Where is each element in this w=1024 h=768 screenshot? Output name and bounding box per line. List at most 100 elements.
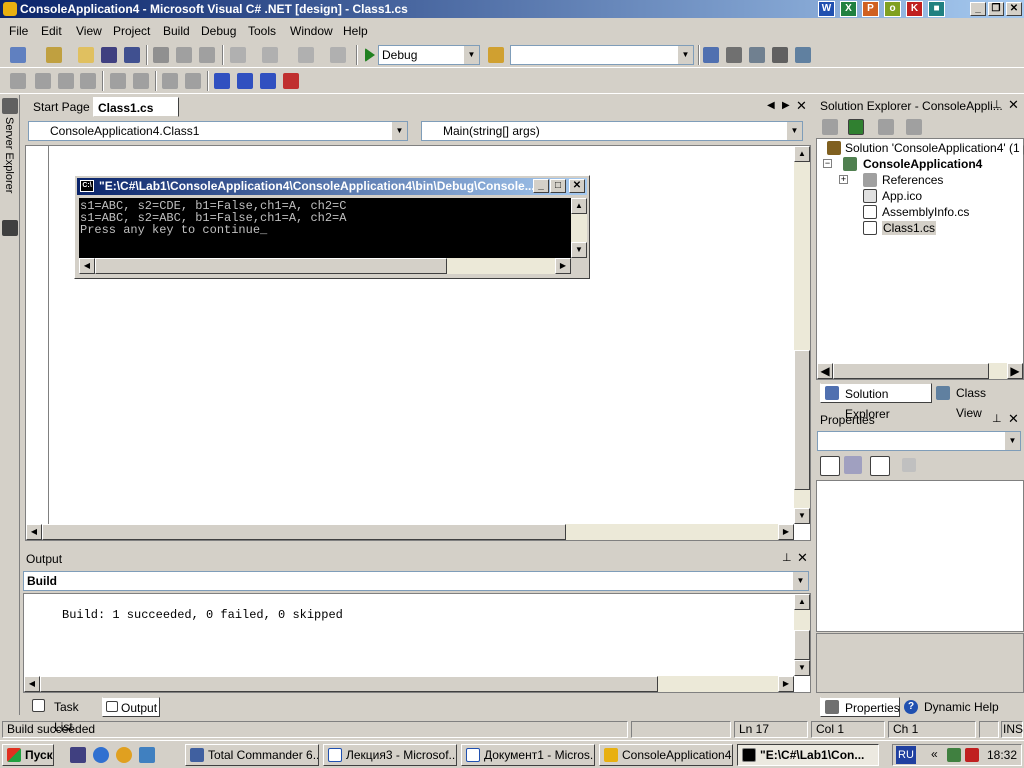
refresh-icon[interactable] — [848, 119, 864, 135]
save-icon[interactable] — [101, 47, 117, 63]
close-document-icon[interactable]: ✕ — [796, 98, 807, 114]
collapse-icon[interactable]: − — [823, 159, 832, 168]
publisher-quick-icon[interactable]: o — [884, 1, 901, 17]
redo-icon[interactable] — [262, 47, 278, 63]
excel-quick-icon[interactable]: X — [840, 1, 857, 17]
show-all-files-icon[interactable] — [878, 119, 894, 135]
solution-config-select[interactable]: Debug ▼ — [378, 45, 480, 65]
tree-item-project[interactable]: ConsoleApplication4 — [863, 157, 982, 171]
scroll-right-icon[interactable]: ▶ — [555, 258, 571, 274]
maximize-button[interactable]: ❐ — [988, 2, 1004, 16]
editor-vscroll-thumb[interactable] — [794, 350, 810, 490]
tree-item-assemblyinfo[interactable]: AssemblyInfo.cs — [882, 205, 969, 219]
output-pane-select[interactable]: Build ▼ — [23, 571, 809, 591]
console-hscrollbar[interactable]: ◀ ▶ — [79, 258, 571, 274]
task-console[interactable]: "E:\C#\Lab1\Con... — [737, 744, 879, 766]
properties-view-icon[interactable] — [870, 456, 890, 476]
editor-hscrollbar[interactable]: ◀ ▶ — [26, 524, 794, 540]
console-maximize-button[interactable]: □ — [550, 179, 566, 193]
output-vscroll-thumb[interactable] — [794, 630, 810, 660]
next-bookmark-icon[interactable] — [237, 73, 253, 89]
menu-window[interactable]: Window — [290, 24, 333, 38]
menu-build[interactable]: Build — [163, 24, 190, 38]
properties-object-select[interactable]: ▼ — [817, 431, 1021, 451]
tree-item-app-ico[interactable]: App.ico — [882, 189, 922, 203]
increase-indent-icon[interactable] — [133, 73, 149, 89]
toolbox-icon[interactable] — [749, 47, 765, 63]
view-code-icon[interactable] — [822, 119, 838, 135]
powerpoint-quick-icon[interactable]: P — [862, 1, 879, 17]
properties-icon[interactable] — [906, 119, 922, 135]
new-project-icon[interactable] — [10, 47, 26, 63]
output-hscrollbar[interactable]: ◀ ▶ — [24, 676, 794, 692]
tools-icon[interactable] — [772, 47, 788, 63]
access-quick-icon[interactable]: K — [906, 1, 923, 17]
scroll-down-icon[interactable]: ▼ — [794, 660, 810, 676]
menu-debug[interactable]: Debug — [201, 24, 236, 38]
output-vscrollbar[interactable]: ▲ ▼ — [794, 594, 810, 676]
tab-scroll-left-icon[interactable]: ◀ — [767, 100, 775, 111]
menu-tools[interactable]: Tools — [248, 24, 276, 38]
scroll-down-icon[interactable]: ▼ — [794, 508, 810, 524]
parameter-info-icon[interactable] — [35, 73, 51, 89]
start-debug-icon[interactable] — [365, 48, 375, 62]
editor-hscroll-thumb[interactable] — [42, 524, 566, 540]
antivirus-tray-icon[interactable] — [965, 748, 979, 762]
close-icon[interactable]: ✕ — [1008, 97, 1019, 113]
scroll-right-icon[interactable]: ▶ — [778, 676, 794, 692]
undo-icon[interactable] — [230, 47, 246, 63]
output-hscroll-thumb[interactable] — [40, 676, 658, 692]
paste-icon[interactable] — [199, 47, 215, 63]
task-visual-studio[interactable]: ConsoleApplication4.... — [599, 744, 733, 766]
tree-hscroll-thumb[interactable] — [833, 363, 989, 379]
open-file-icon[interactable] — [78, 47, 94, 63]
tab-scroll-right-icon[interactable]: ▶ — [782, 100, 790, 111]
categorized-icon[interactable] — [820, 456, 840, 476]
navigate-forward-icon[interactable] — [330, 47, 346, 63]
comment-icon[interactable] — [162, 73, 178, 89]
word-quick-icon[interactable]: W — [818, 1, 835, 17]
tray-expand-icon[interactable]: « — [931, 747, 938, 761]
class-view-icon[interactable] — [795, 47, 811, 63]
cut-icon[interactable] — [153, 47, 169, 63]
copy-icon[interactable] — [176, 47, 192, 63]
console-minimize-button[interactable]: _ — [533, 179, 549, 193]
solution-tree[interactable]: Solution 'ConsoleApplication4' (1 proje … — [816, 138, 1024, 380]
toolbox-tab-icon[interactable] — [2, 220, 18, 236]
tab-class1-cs[interactable]: Class1.cs — [93, 97, 179, 117]
properties-grid[interactable] — [816, 480, 1024, 632]
save-all-icon[interactable] — [124, 47, 140, 63]
scroll-left-icon[interactable]: ◀ — [26, 524, 42, 540]
quicklaunch-save-icon[interactable] — [70, 747, 86, 763]
tab-dynamic-help[interactable]: Dynamic Help — [902, 697, 1014, 717]
quicklaunch-outlook-icon[interactable] — [139, 747, 155, 763]
menu-file[interactable]: File — [9, 24, 28, 38]
menu-help[interactable]: Help — [343, 24, 368, 38]
server-explorer-icon[interactable] — [2, 98, 18, 114]
class-dropdown[interactable]: ConsoleApplication4.Class1 ▼ — [28, 121, 408, 141]
scroll-down-icon[interactable]: ▼ — [571, 242, 587, 258]
tree-item-solution[interactable]: Solution 'ConsoleApplication4' (1 proje — [845, 141, 1024, 155]
pin-icon[interactable]: ⊥ — [992, 98, 1002, 111]
start-button[interactable]: Пуск — [2, 744, 54, 766]
clear-bookmarks-icon[interactable] — [283, 73, 299, 89]
close-icon[interactable]: ✕ — [797, 550, 808, 566]
scroll-up-icon[interactable]: ▲ — [794, 146, 810, 162]
console-title-bar[interactable]: C:\ "E:\C#\Lab1\ConsoleApplication4\Cons… — [77, 178, 587, 195]
output-text-area[interactable]: Build: 1 succeeded, 0 failed, 0 skipped … — [23, 593, 811, 693]
console-window[interactable]: C:\ "E:\C#\Lab1\ConsoleApplication4\Cons… — [74, 175, 590, 279]
uncomment-icon[interactable] — [185, 73, 201, 89]
menu-view[interactable]: View — [76, 24, 102, 38]
properties-window-icon[interactable] — [726, 47, 742, 63]
scroll-right-icon[interactable]: ▶ — [778, 524, 794, 540]
task-lecture3-word[interactable]: Лекция3 - Microsof... — [323, 744, 457, 766]
solution-explorer-icon[interactable] — [703, 47, 719, 63]
expand-icon[interactable]: + — [839, 175, 848, 184]
tree-item-class1[interactable]: Class1.cs — [882, 221, 937, 235]
minimize-button[interactable]: _ — [970, 2, 986, 16]
task-total-commander[interactable]: Total Commander 6.... — [185, 744, 319, 766]
menu-project[interactable]: Project — [113, 24, 150, 38]
find-in-files-icon[interactable] — [488, 47, 504, 63]
scroll-up-icon[interactable]: ▲ — [794, 594, 810, 610]
close-button[interactable]: ✕ — [1006, 2, 1022, 16]
